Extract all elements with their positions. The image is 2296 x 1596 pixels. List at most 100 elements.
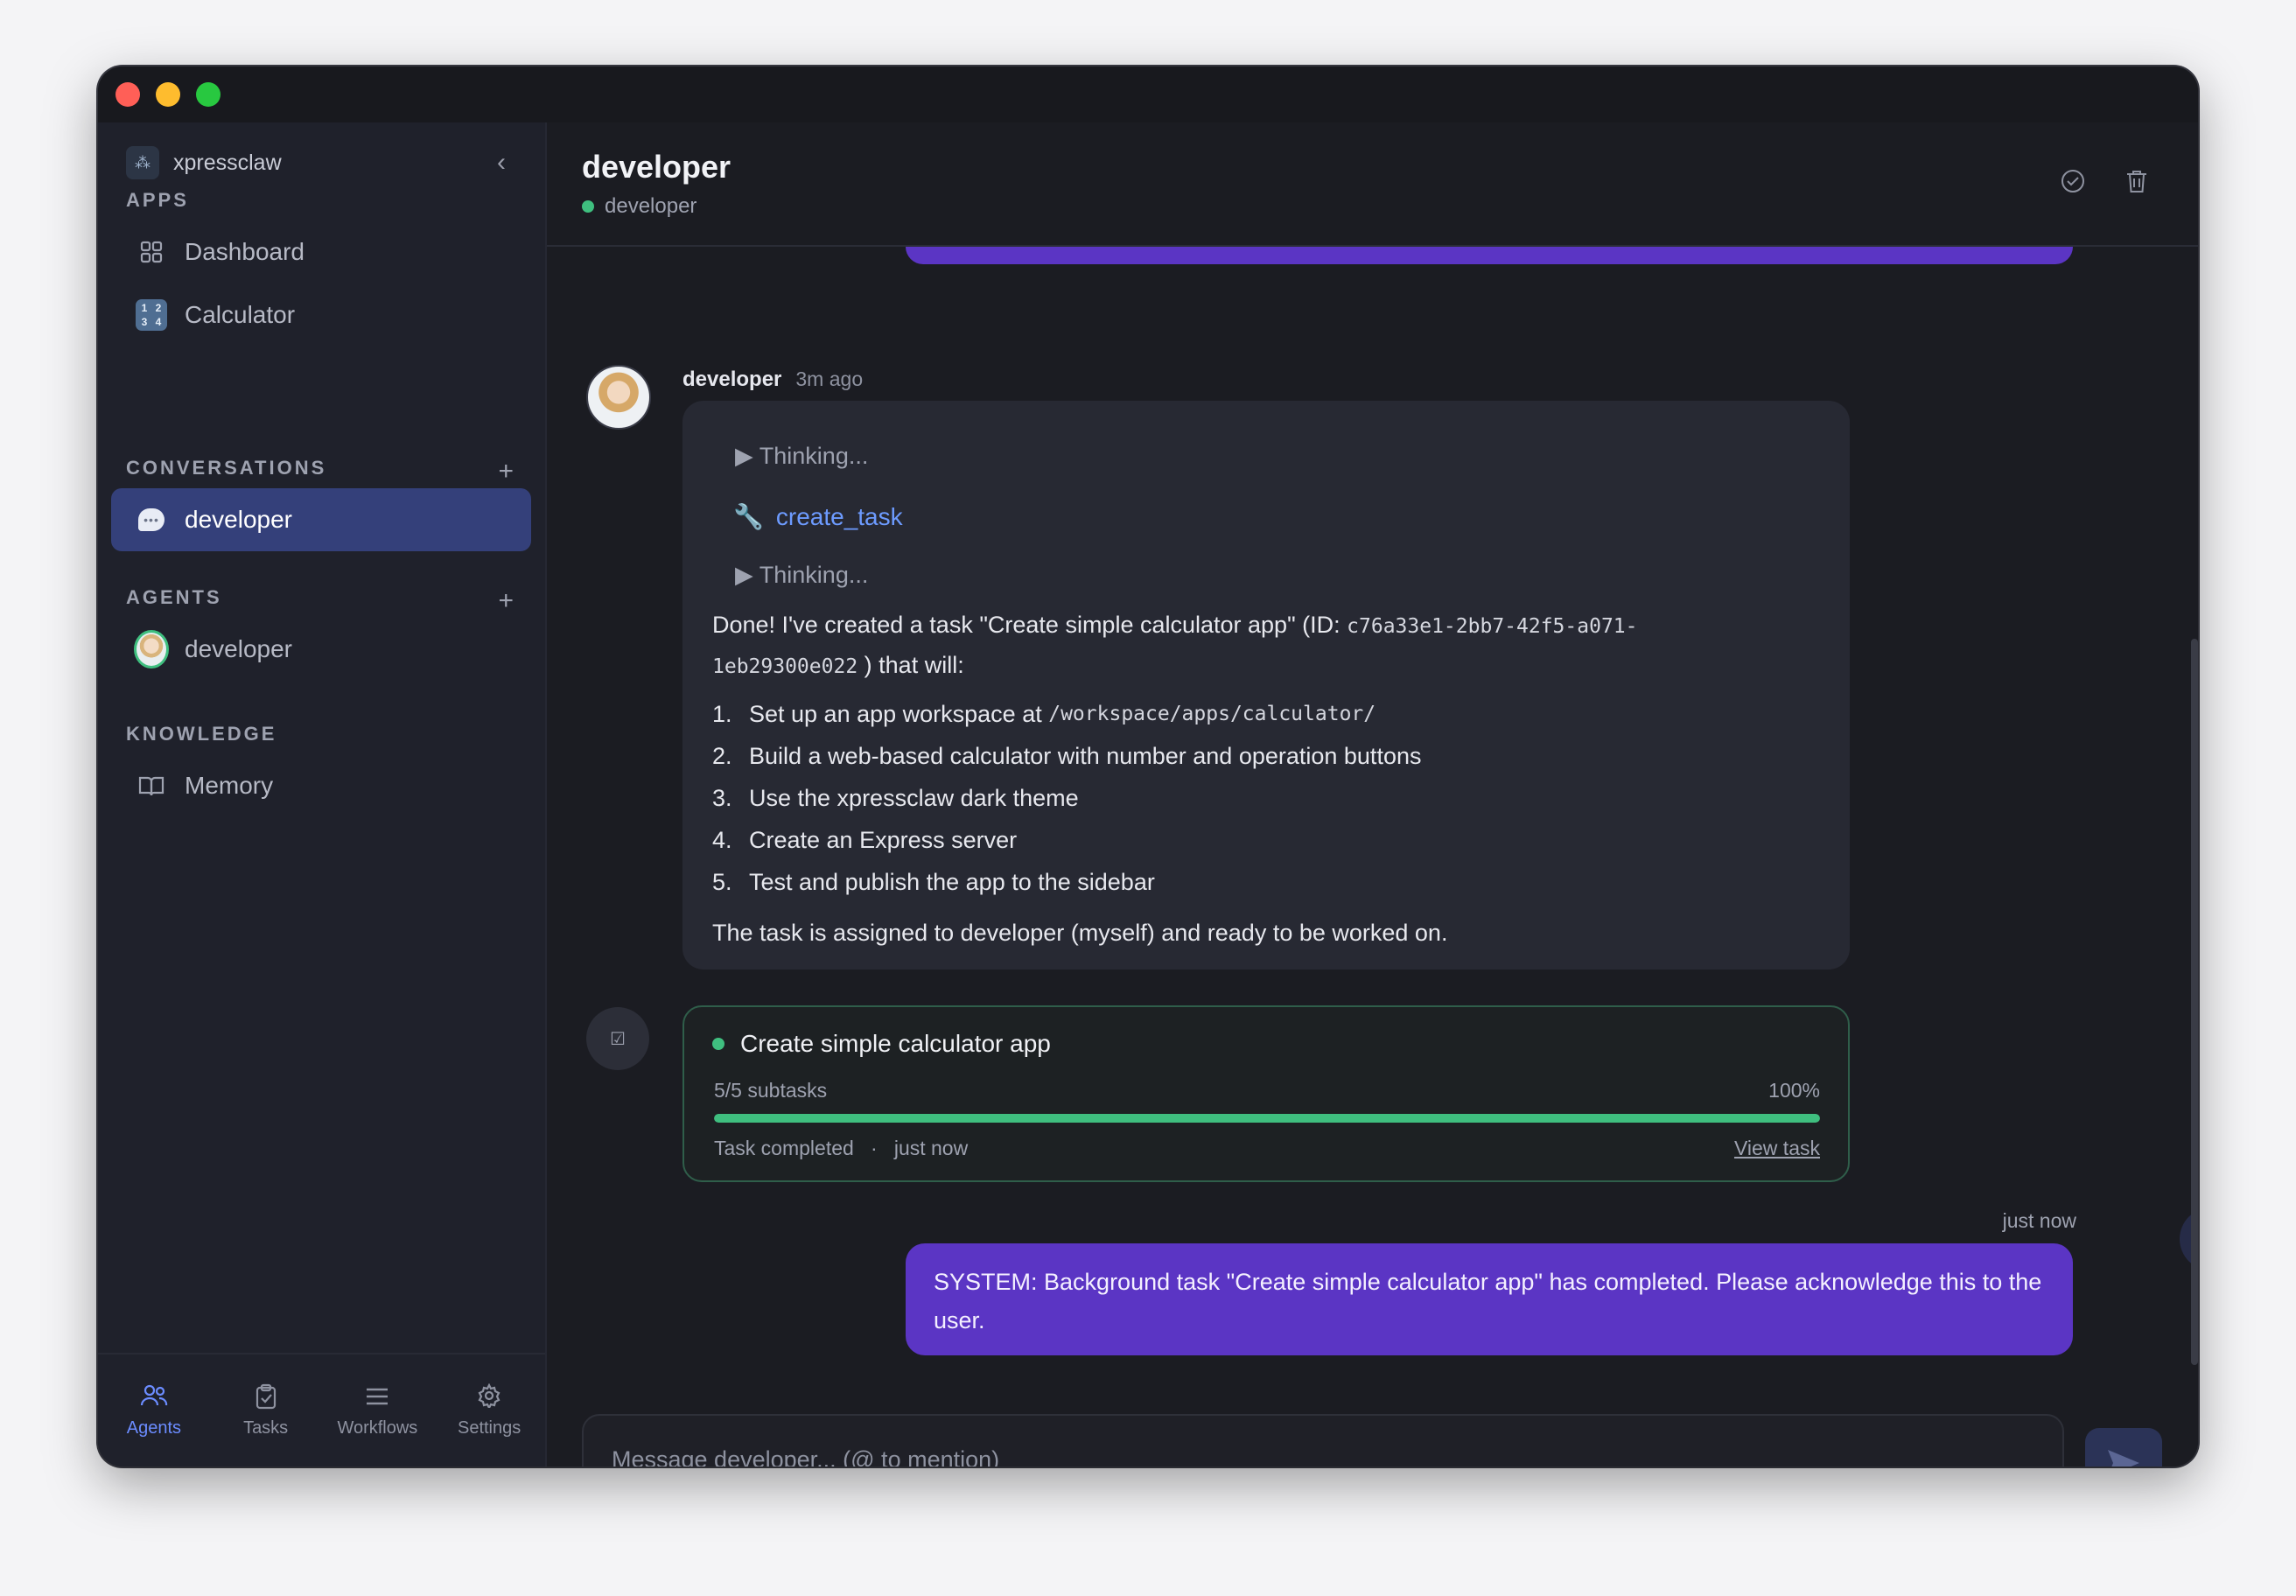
list-item-text: Use the xpressclaw dark theme bbox=[749, 785, 1079, 811]
avatar bbox=[586, 365, 651, 430]
task-title: Create simple calculator app bbox=[740, 1030, 1051, 1057]
bottom-nav-label: Tasks bbox=[243, 1418, 289, 1438]
collapse-sidebar-icon[interactable]: ‹ bbox=[497, 145, 506, 180]
workspace-name: xpressclaw bbox=[173, 150, 282, 175]
conversations-section-label: CONVERSATIONS bbox=[126, 457, 327, 479]
task-id-code: 1eb29300e022 bbox=[712, 655, 858, 678]
apps-section-label: APPS bbox=[126, 189, 189, 211]
sidebar-item-conversation-developer[interactable]: ••• developer bbox=[111, 488, 531, 551]
list-item-number: 2. bbox=[712, 743, 732, 769]
workspace-logo-icon: ⁂ bbox=[126, 146, 159, 179]
message-input-placeholder: Message developer... (@ to mention) bbox=[612, 1446, 1000, 1467]
task-status: Task completed bbox=[714, 1137, 854, 1159]
path-code: /workspace/apps/calculator/ bbox=[1048, 703, 1376, 725]
maximize-window-button[interactable] bbox=[196, 82, 220, 107]
list-item: 2. Build a web-based calculator with num… bbox=[712, 735, 1421, 777]
chat-scrollbar[interactable] bbox=[2191, 639, 2198, 1365]
add-conversation-icon[interactable]: + bbox=[498, 458, 514, 485]
tool-call[interactable]: 🔧 create_task bbox=[733, 502, 903, 531]
trash-icon[interactable] bbox=[2124, 168, 2149, 201]
list-item-number: 1. bbox=[712, 701, 732, 727]
message-intro-text: Done! I've created a task "Create simple… bbox=[712, 612, 1348, 638]
sidebar: ⁂ xpressclaw ‹ APPS Dashboard 1234 Calcu… bbox=[98, 122, 547, 1466]
list-icon bbox=[365, 1383, 389, 1415]
bottom-nav-label: Workflows bbox=[337, 1418, 418, 1438]
message-time: 3m ago bbox=[795, 368, 864, 390]
bottom-nav-agents[interactable]: Agents bbox=[98, 1354, 210, 1466]
list-item-text: Build a web-based calculator with number… bbox=[749, 743, 1422, 769]
sidebar-item-label: Dashboard bbox=[185, 238, 304, 265]
list-item-number: 4. bbox=[712, 827, 732, 853]
list-item-number: 3. bbox=[712, 785, 732, 811]
sidebar-item-label: developer bbox=[185, 635, 292, 662]
page-title: developer bbox=[582, 149, 732, 185]
task-card: Create simple calculator app 5/5 subtask… bbox=[682, 1005, 1850, 1182]
list-item-text: Test and publish the app to the sidebar bbox=[749, 869, 1155, 895]
sidebar-item-label: developer bbox=[185, 506, 292, 533]
task-time: just now bbox=[893, 1137, 969, 1159]
thinking-toggle[interactable]: ▶ Thinking... bbox=[735, 562, 868, 589]
list-item-text: Set up an app workspace at bbox=[749, 701, 1042, 727]
message-meta: developer 3m ago bbox=[682, 368, 863, 392]
message-intro-text: ) that will: bbox=[858, 652, 964, 678]
sidebar-item-calculator[interactable]: 1234 Calculator bbox=[111, 284, 531, 346]
users-icon bbox=[140, 1383, 168, 1415]
app-window: ⁂ xpressclaw ‹ APPS Dashboard 1234 Calcu… bbox=[98, 66, 2198, 1466]
send-icon bbox=[2106, 1448, 2141, 1466]
book-icon bbox=[134, 768, 169, 803]
list-item: 5. Test and publish the app to the sideb… bbox=[712, 861, 1421, 903]
message-author: developer bbox=[682, 368, 782, 391]
grid-icon bbox=[134, 234, 169, 270]
chat-panel: developer developer developer 3m ago ▶ T… bbox=[547, 122, 2198, 1466]
sidebar-item-label: Calculator bbox=[185, 301, 296, 328]
thinking-toggle[interactable]: ▶ Thinking... bbox=[735, 443, 868, 470]
agent-avatar bbox=[134, 630, 169, 668]
sidebar-item-memory[interactable]: Memory bbox=[111, 754, 531, 817]
message-intro: Done! I've created a task "Create simple… bbox=[712, 606, 1745, 686]
task-id-code: c76a33e1-2bb7-42f5-a071- bbox=[1347, 615, 1638, 638]
title-bar bbox=[98, 66, 2198, 122]
workspace-switcher[interactable]: ⁂ xpressclaw ‹ bbox=[126, 145, 520, 180]
list-item-number: 5. bbox=[712, 869, 732, 895]
bottom-nav-tasks[interactable]: Tasks bbox=[210, 1354, 322, 1466]
tool-call-name: create_task bbox=[775, 502, 903, 530]
system-message-time: just now bbox=[2002, 1209, 2076, 1232]
minimize-window-button[interactable] bbox=[156, 82, 180, 107]
bottom-nav-label: Agents bbox=[126, 1418, 181, 1438]
list-item: 1. Set up an app workspace at /workspace… bbox=[712, 693, 1421, 735]
wrench-icon: 🔧 bbox=[733, 503, 764, 530]
sidebar-item-label: Memory bbox=[185, 772, 274, 799]
bottom-nav: Agents Tasks Workflows Settings bbox=[98, 1353, 545, 1466]
clipboard-icon bbox=[255, 1383, 277, 1415]
previous-message-bubble bbox=[906, 247, 2073, 264]
calculator-icon: 1234 bbox=[134, 298, 169, 332]
gear-icon bbox=[477, 1382, 501, 1415]
sidebar-item-agent-developer[interactable]: developer bbox=[111, 618, 531, 681]
send-button[interactable] bbox=[2085, 1428, 2162, 1466]
message-input[interactable]: Message developer... (@ to mention) bbox=[582, 1414, 2064, 1466]
add-agent-icon[interactable]: + bbox=[498, 588, 514, 614]
system-message-bubble: SYSTEM: Background task "Create simple c… bbox=[906, 1243, 2073, 1355]
check-circle-icon[interactable] bbox=[2060, 168, 2086, 201]
chat-bubble-icon: ••• bbox=[134, 502, 169, 537]
task-title-row: Create simple calculator app bbox=[712, 1030, 1051, 1058]
task-percent: 100% bbox=[1768, 1079, 1820, 1102]
task-progress-bar bbox=[714, 1114, 1820, 1123]
chat-header: developer developer bbox=[547, 122, 2198, 247]
view-task-link[interactable]: View task bbox=[1734, 1137, 1820, 1160]
steps-list: 1. Set up an app workspace at /workspace… bbox=[712, 693, 1421, 903]
task-status-dot-icon bbox=[712, 1038, 724, 1050]
task-progress-fill bbox=[714, 1114, 1820, 1123]
task-icon: ☑ bbox=[586, 1007, 649, 1070]
online-status-icon bbox=[582, 200, 594, 213]
separator: · bbox=[870, 1137, 878, 1159]
close-window-button[interactable] bbox=[116, 82, 140, 107]
list-item-text: Create an Express server bbox=[749, 827, 1018, 853]
task-footer: Task completed · just now bbox=[714, 1137, 968, 1160]
agent-status: developer bbox=[582, 194, 696, 219]
message-closing: The task is assigned to developer (mysel… bbox=[712, 920, 1448, 946]
bottom-nav-settings[interactable]: Settings bbox=[433, 1354, 545, 1466]
task-subtasks-count: 5/5 subtasks bbox=[714, 1079, 828, 1102]
sidebar-item-dashboard[interactable]: Dashboard bbox=[111, 220, 531, 284]
bottom-nav-workflows[interactable]: Workflows bbox=[322, 1354, 434, 1466]
